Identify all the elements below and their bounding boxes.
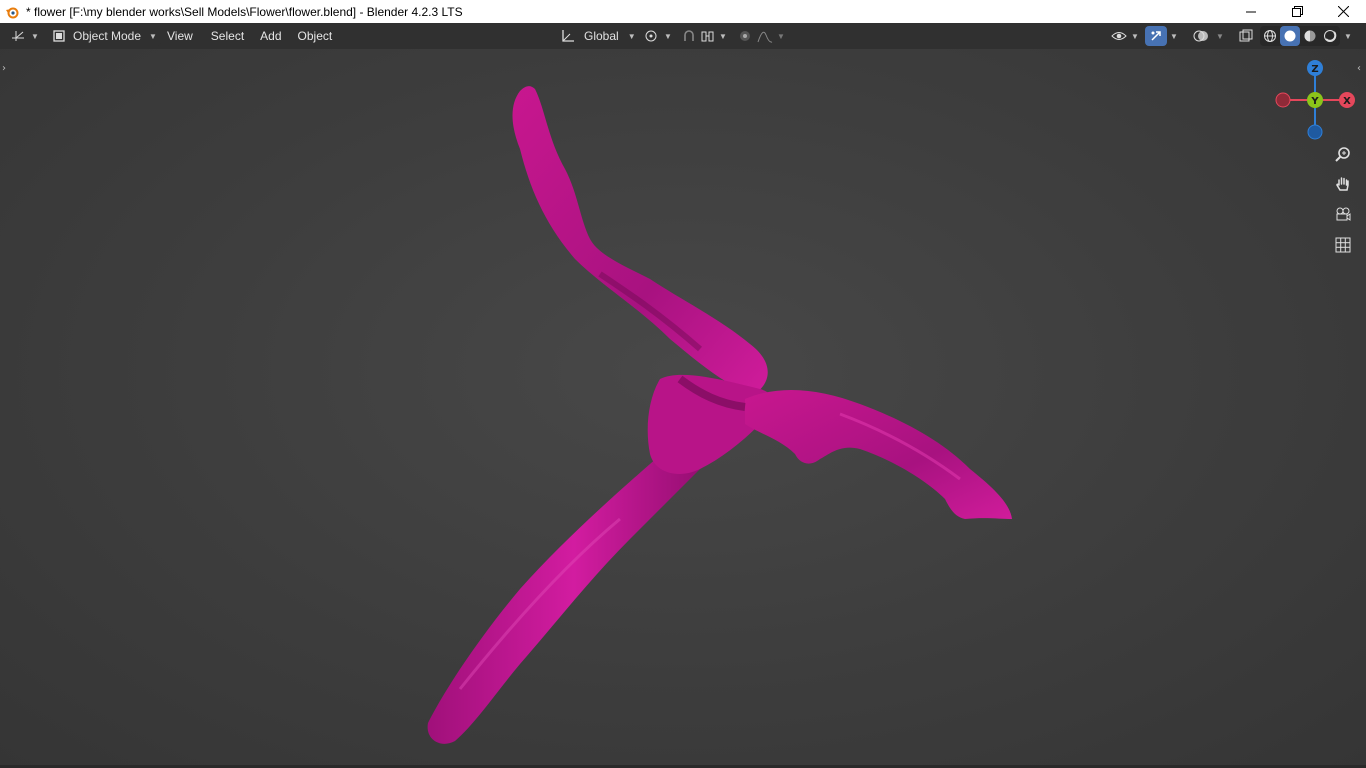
window-titlebar: * flower [F:\my blender works\Sell Model… <box>0 0 1366 23</box>
camera-view-button[interactable] <box>1331 202 1355 226</box>
orientation-global-icon <box>562 30 574 42</box>
chevron-down-icon: ▼ <box>1216 31 1224 41</box>
snap-target-button[interactable]: ▼ <box>700 26 728 46</box>
zoom-icon <box>1335 147 1350 162</box>
menu-add[interactable]: Add <box>253 26 288 46</box>
chevron-down-icon: ▼ <box>719 31 727 41</box>
chevron-down-icon: ▼ <box>664 31 672 41</box>
snap-increment-icon <box>701 31 714 42</box>
overlay-dropdown[interactable]: ▼ <box>1212 26 1228 46</box>
object-mode-icon <box>53 30 65 42</box>
xray-toggle[interactable] <box>1235 26 1257 46</box>
pan-hand-icon <box>1336 177 1349 191</box>
navigation-gizmo[interactable]: Z X Y <box>1270 55 1360 145</box>
gizmo-x-label: X <box>1343 96 1351 107</box>
chevron-down-icon: ▼ <box>149 31 157 41</box>
falloff-curve-icon <box>757 31 773 43</box>
proportional-edit-icon <box>740 31 750 41</box>
restore-icon <box>1291 6 1303 17</box>
menu-object[interactable]: Object <box>291 26 340 46</box>
grid-ortho-icon <box>1335 237 1351 253</box>
material-shading-button[interactable] <box>1300 26 1320 46</box>
solid-shading-icon <box>1284 30 1296 42</box>
flower-mesh[interactable] <box>0 49 1366 765</box>
rendered-shading-button[interactable] <box>1320 26 1340 46</box>
flower-stem <box>427 429 720 744</box>
gizmo-z-label: Z <box>1311 64 1318 75</box>
pivot-point-icon <box>645 30 657 42</box>
mode-label: Object Mode <box>73 29 142 43</box>
proportional-edit-toggle[interactable] <box>734 26 756 46</box>
gizmo-neg-z-axis[interactable] <box>1307 124 1323 140</box>
chevron-down-icon: ▼ <box>1344 31 1352 41</box>
minimize-icon <box>1246 11 1256 12</box>
pan-button[interactable] <box>1331 172 1355 196</box>
menu-bar: View Select Add Object <box>160 26 339 46</box>
close-button[interactable] <box>1320 0 1366 23</box>
gizmo-icon <box>1151 31 1161 41</box>
gizmo-neg-x-axis[interactable] <box>1275 92 1291 108</box>
transform-orientation-dropdown[interactable]: Global ▼ <box>560 26 636 46</box>
chevron-down-icon: ▼ <box>1170 31 1178 41</box>
menu-select[interactable]: Select <box>204 26 251 46</box>
shading-dropdown[interactable]: ▼ <box>1340 26 1356 46</box>
shading-mode-group <box>1260 26 1340 46</box>
rendered-shading-icon <box>1324 30 1337 42</box>
snap-icon <box>684 30 694 41</box>
camera-view-icon <box>1336 207 1351 221</box>
minimize-button[interactable] <box>1228 0 1274 23</box>
visibility-icon <box>1111 32 1127 40</box>
ortho-toggle-button[interactable] <box>1331 233 1355 257</box>
xray-icon <box>1239 29 1253 42</box>
orientation-label: Global <box>584 29 619 43</box>
3d-viewport-icon <box>12 31 25 41</box>
flower-petal-right <box>745 389 1012 519</box>
gizmo-dropdown[interactable]: ▼ <box>1166 26 1182 46</box>
gizmo-toggle[interactable] <box>1145 26 1167 46</box>
wireframe-shading-button[interactable] <box>1260 26 1280 46</box>
flower-petal-upper <box>512 86 768 395</box>
chevron-down-icon: ▼ <box>627 31 636 41</box>
3d-viewport[interactable]: › ‹ Z X Y <box>0 49 1366 765</box>
chevron-down-icon: ▼ <box>31 31 39 41</box>
overlay-toggle[interactable] <box>1190 26 1212 46</box>
editor-type-button[interactable]: ▼ <box>10 26 40 46</box>
menu-view[interactable]: View <box>160 26 200 46</box>
visibility-button[interactable]: ▼ <box>1110 26 1140 46</box>
pivot-point-button[interactable]: ▼ <box>644 26 672 46</box>
falloff-button[interactable]: ▼ <box>757 26 785 46</box>
chevron-down-icon: ▼ <box>777 31 785 41</box>
wireframe-shading-icon <box>1264 30 1276 42</box>
mode-dropdown[interactable]: Object Mode ▼ <box>48 26 161 46</box>
zoom-button[interactable] <box>1331 142 1355 166</box>
viewport-header: ▼ Object Mode ▼ View Select Add Object G… <box>0 23 1366 49</box>
material-shading-icon <box>1304 30 1316 42</box>
blender-logo-icon <box>4 4 20 20</box>
window-title: * flower [F:\my blender works\Sell Model… <box>26 4 463 19</box>
solid-shading-button[interactable] <box>1280 26 1300 46</box>
restore-button[interactable] <box>1274 0 1320 23</box>
close-icon <box>1337 6 1349 17</box>
gizmo-y-label: Y <box>1310 96 1319 107</box>
snap-toggle[interactable] <box>678 26 700 46</box>
chevron-down-icon: ▼ <box>1131 31 1139 41</box>
overlay-icon <box>1193 30 1208 42</box>
